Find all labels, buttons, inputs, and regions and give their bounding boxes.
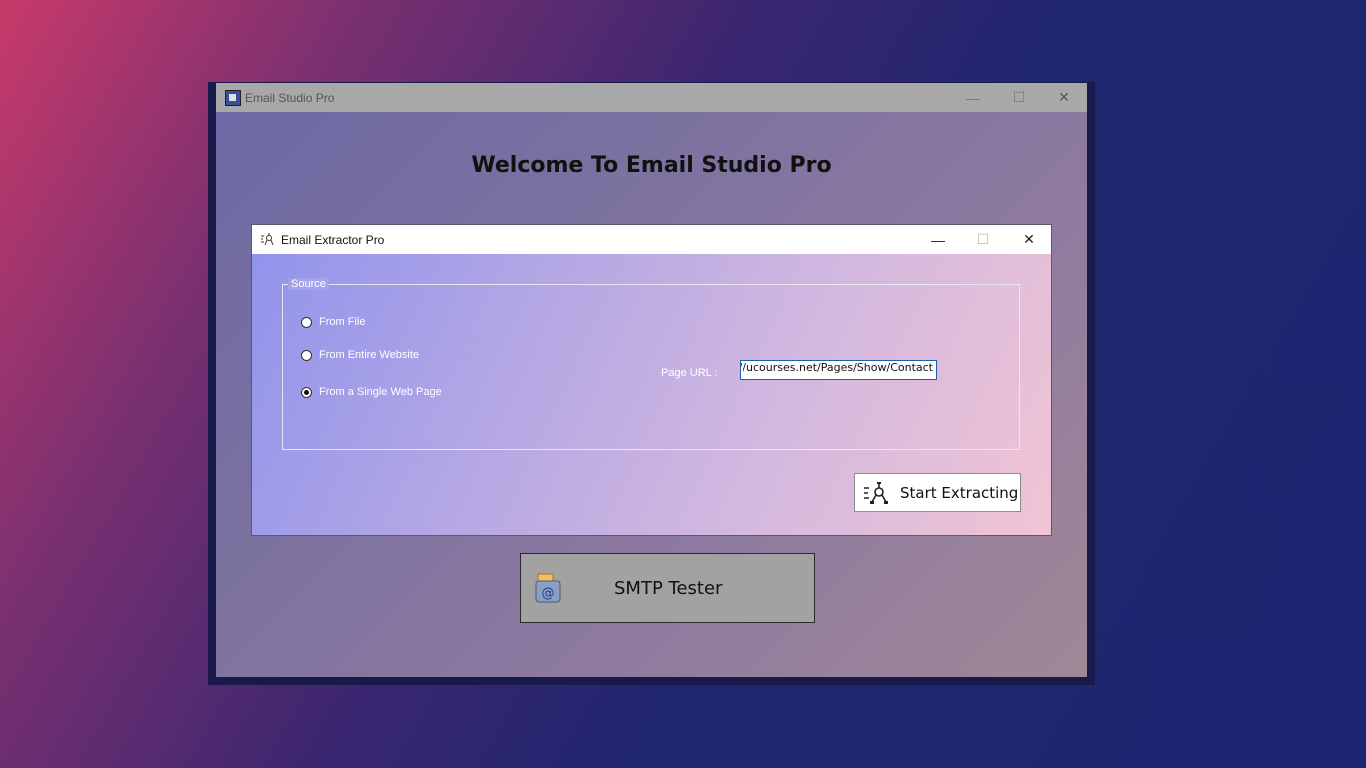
- main-window-title: Email Studio Pro: [245, 91, 335, 105]
- main-window-titlebar[interactable]: Email Studio Pro — ☐ ✕: [216, 83, 1087, 112]
- radio-button[interactable]: [301, 349, 312, 361]
- radio-label: From File: [319, 316, 366, 328]
- start-extracting-button[interactable]: Start Extracting: [854, 473, 1021, 512]
- extractor-minimize-button[interactable]: —: [915, 225, 961, 254]
- source-legend: Source: [288, 278, 329, 290]
- radio-button-selected[interactable]: [301, 386, 312, 398]
- smtp-tester-button[interactable]: @ SMTP Tester: [520, 553, 815, 623]
- extractor-window-title: Email Extractor Pro: [281, 233, 385, 247]
- start-extracting-label: Start Extracting: [900, 483, 1019, 502]
- minimize-button[interactable]: —: [950, 83, 996, 112]
- email-extractor-window: Email Extractor Pro — ☐ ✕ Source From Fi…: [251, 224, 1052, 536]
- extract-icon: [863, 481, 891, 504]
- extractor-close-button[interactable]: ✕: [1006, 225, 1052, 254]
- app-icon: [225, 90, 241, 106]
- welcome-heading: Welcome To Email Studio Pro: [471, 153, 832, 178]
- radio-label: From a Single Web Page: [319, 386, 442, 398]
- radio-label: From Entire Website: [319, 349, 420, 361]
- close-button[interactable]: ✕: [1041, 83, 1087, 112]
- page-url-label: Page URL :: [661, 367, 718, 379]
- source-groupbox: Source From File From Entire Website Fro…: [282, 278, 1020, 450]
- maximize-button[interactable]: ☐: [996, 83, 1042, 112]
- radio-button[interactable]: [301, 316, 312, 328]
- radio-from-single-web-page[interactable]: From a Single Web Page: [301, 386, 442, 398]
- mail-at-icon: @: [535, 573, 561, 603]
- extractor-titlebar[interactable]: Email Extractor Pro — ☐ ✕: [252, 225, 1051, 254]
- extractor-app-icon: [260, 232, 274, 249]
- page-url-input[interactable]: ://ucourses.net/Pages/Show/Contact: [740, 360, 937, 380]
- svg-text:@: @: [542, 586, 555, 601]
- page-url-value: ://ucourses.net/Pages/Show/Contact: [740, 361, 933, 374]
- radio-from-entire-website[interactable]: From Entire Website: [301, 349, 419, 361]
- radio-from-file[interactable]: From File: [301, 316, 365, 328]
- smtp-tester-label: SMTP Tester: [614, 578, 723, 599]
- extractor-maximize-button[interactable]: ☐: [960, 225, 1006, 254]
